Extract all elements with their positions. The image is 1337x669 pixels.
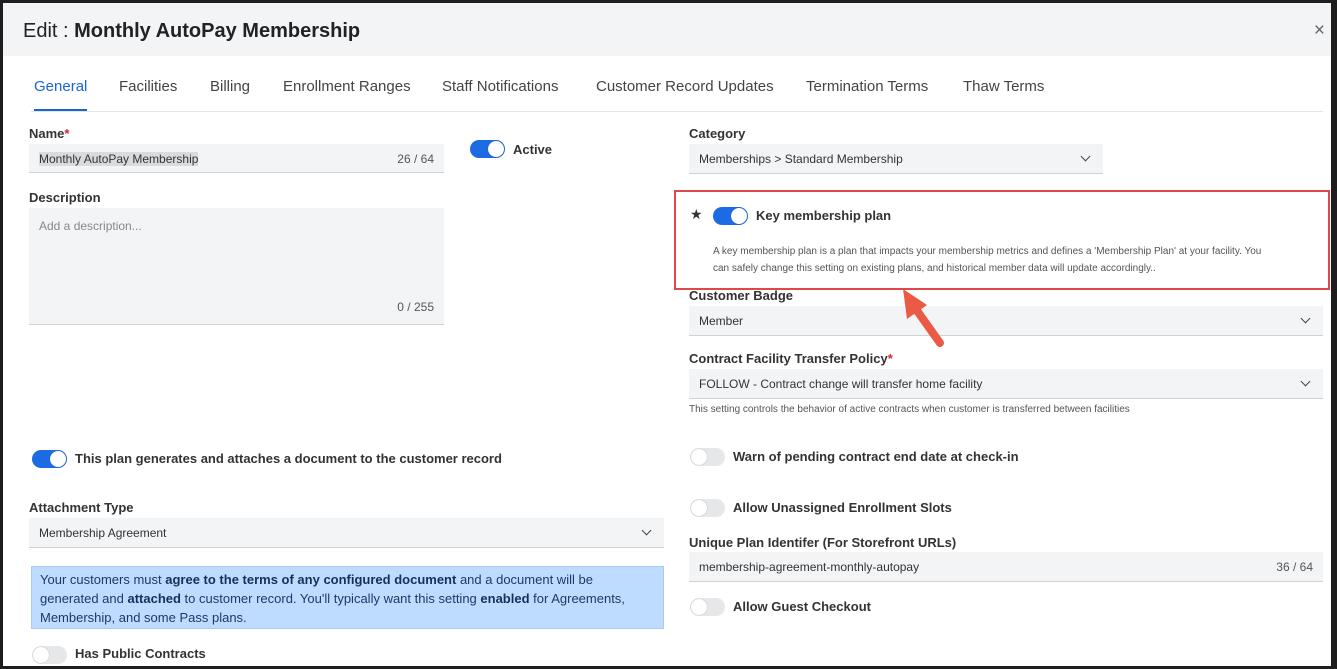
toggle-knob bbox=[731, 208, 747, 224]
title-prefix: Edit : bbox=[23, 20, 75, 42]
tab-general[interactable]: General bbox=[34, 78, 88, 111]
info-bold: agree to the terms of any configured doc… bbox=[165, 572, 457, 587]
tab-thaw-terms[interactable]: Thaw Terms bbox=[963, 78, 1044, 95]
unassigned-slots-label: Allow Unassigned Enrollment Slots bbox=[733, 500, 952, 515]
transfer-policy-label-text: Contract Facility Transfer Policy bbox=[689, 351, 888, 366]
modal-header: Edit : Monthly AutoPay Membership × bbox=[3, 3, 1331, 56]
document-info-box: Your customers must agree to the terms o… bbox=[31, 566, 664, 629]
info-bold: enabled bbox=[480, 591, 530, 606]
edit-modal: Edit : Monthly AutoPay Membership × Gene… bbox=[0, 0, 1337, 669]
public-contracts-toggle[interactable] bbox=[32, 646, 67, 664]
guest-checkout-toggle[interactable] bbox=[690, 598, 725, 616]
toggle-knob bbox=[691, 500, 707, 516]
guest-checkout-label: Allow Guest Checkout bbox=[733, 599, 871, 614]
unique-id-value: membership-agreement-monthly-autopay bbox=[699, 560, 920, 574]
key-membership-description: A key membership plan is a plan that imp… bbox=[713, 243, 1325, 277]
unique-id-char-counter: 36 / 64 bbox=[1276, 560, 1313, 574]
toggle-knob bbox=[691, 599, 707, 615]
required-mark: * bbox=[64, 126, 70, 141]
category-label: Category bbox=[689, 126, 746, 141]
tab-facilities[interactable]: Facilities bbox=[119, 78, 177, 95]
tab-enrollment-ranges[interactable]: Enrollment Ranges bbox=[283, 78, 411, 95]
category-select[interactable]: Memberships > Standard Membership bbox=[689, 144, 1103, 174]
customer-badge-select[interactable]: Member bbox=[689, 306, 1323, 336]
unique-id-input[interactable]: membership-agreement-monthly-autopay 36 … bbox=[689, 552, 1323, 582]
warn-pending-label: Warn of pending contract end date at che… bbox=[733, 449, 1019, 464]
category-value: Memberships > Standard Membership bbox=[699, 152, 903, 166]
chevron-down-icon bbox=[641, 525, 652, 536]
tab-customer-record-updates[interactable]: Customer Record Updates bbox=[596, 78, 774, 95]
chevron-down-icon bbox=[1300, 376, 1311, 387]
close-icon[interactable]: × bbox=[1314, 20, 1325, 42]
name-input[interactable]: Monthly AutoPay Membership 26 / 64 bbox=[29, 144, 444, 173]
name-label: Name* bbox=[29, 126, 69, 141]
public-contracts-label: Has Public Contracts bbox=[75, 646, 206, 661]
warn-pending-toggle[interactable] bbox=[690, 448, 725, 466]
toggle-knob bbox=[691, 449, 707, 465]
transfer-policy-label: Contract Facility Transfer Policy* bbox=[689, 351, 893, 366]
toggle-knob bbox=[50, 451, 66, 467]
chevron-down-icon bbox=[1300, 313, 1311, 324]
description-placeholder: Add a description... bbox=[39, 219, 142, 233]
chevron-down-icon bbox=[1080, 151, 1091, 162]
active-label: Active bbox=[513, 142, 553, 157]
transfer-policy-value: FOLLOW - Contract change will transfer h… bbox=[699, 377, 983, 391]
key-membership-highlight: ★ Key membership plan A key membership p… bbox=[674, 190, 1330, 290]
unique-id-label: Unique Plan Identifer (For Storefront UR… bbox=[689, 535, 957, 550]
description-line: can safely change this setting on existi… bbox=[713, 263, 1156, 274]
description-line: A key membership plan is a plan that imp… bbox=[713, 246, 1262, 257]
tab-bar: General Facilities Billing Enrollment Ra… bbox=[31, 76, 1323, 112]
tab-termination-terms[interactable]: Termination Terms bbox=[806, 78, 928, 95]
attachment-type-label: Attachment Type bbox=[29, 500, 134, 515]
name-label-text: Name bbox=[29, 126, 65, 141]
toggle-knob bbox=[488, 141, 504, 157]
info-text: Your customers must bbox=[40, 572, 166, 587]
attachment-type-select[interactable]: Membership Agreement bbox=[29, 518, 664, 548]
unassigned-slots-toggle[interactable] bbox=[690, 499, 725, 517]
required-mark: * bbox=[887, 351, 893, 366]
active-toggle[interactable] bbox=[470, 140, 505, 158]
transfer-policy-hint: This setting controls the behavior of ac… bbox=[689, 404, 1130, 415]
generates-document-label: This plan generates and attaches a docum… bbox=[75, 451, 502, 466]
key-membership-label: Key membership plan bbox=[756, 208, 892, 223]
modal-title: Edit : Monthly AutoPay Membership bbox=[23, 20, 360, 43]
info-text: to customer record. You'll typically wan… bbox=[180, 591, 481, 606]
tab-staff-notifications[interactable]: Staff Notifications bbox=[442, 78, 558, 95]
info-bold: attached bbox=[127, 591, 181, 606]
key-membership-toggle[interactable] bbox=[713, 207, 748, 225]
name-input-value: Monthly AutoPay Membership bbox=[39, 152, 199, 166]
description-char-counter: 0 / 255 bbox=[397, 300, 434, 314]
transfer-policy-select[interactable]: FOLLOW - Contract change will transfer h… bbox=[689, 369, 1323, 399]
generates-document-toggle[interactable] bbox=[32, 450, 67, 468]
name-char-counter: 26 / 64 bbox=[397, 152, 434, 166]
title-plan-name: Monthly AutoPay Membership bbox=[74, 20, 361, 42]
attachment-type-value: Membership Agreement bbox=[39, 526, 167, 540]
arrow-annotation-icon bbox=[903, 289, 944, 347]
star-icon: ★ bbox=[690, 206, 703, 222]
description-label: Description bbox=[29, 190, 101, 205]
customer-badge-value: Member bbox=[699, 314, 744, 328]
toggle-knob bbox=[33, 647, 49, 663]
customer-badge-label: Customer Badge bbox=[689, 288, 794, 303]
tab-billing[interactable]: Billing bbox=[210, 78, 250, 95]
description-textarea[interactable]: Add a description... 0 / 255 bbox=[29, 208, 444, 325]
